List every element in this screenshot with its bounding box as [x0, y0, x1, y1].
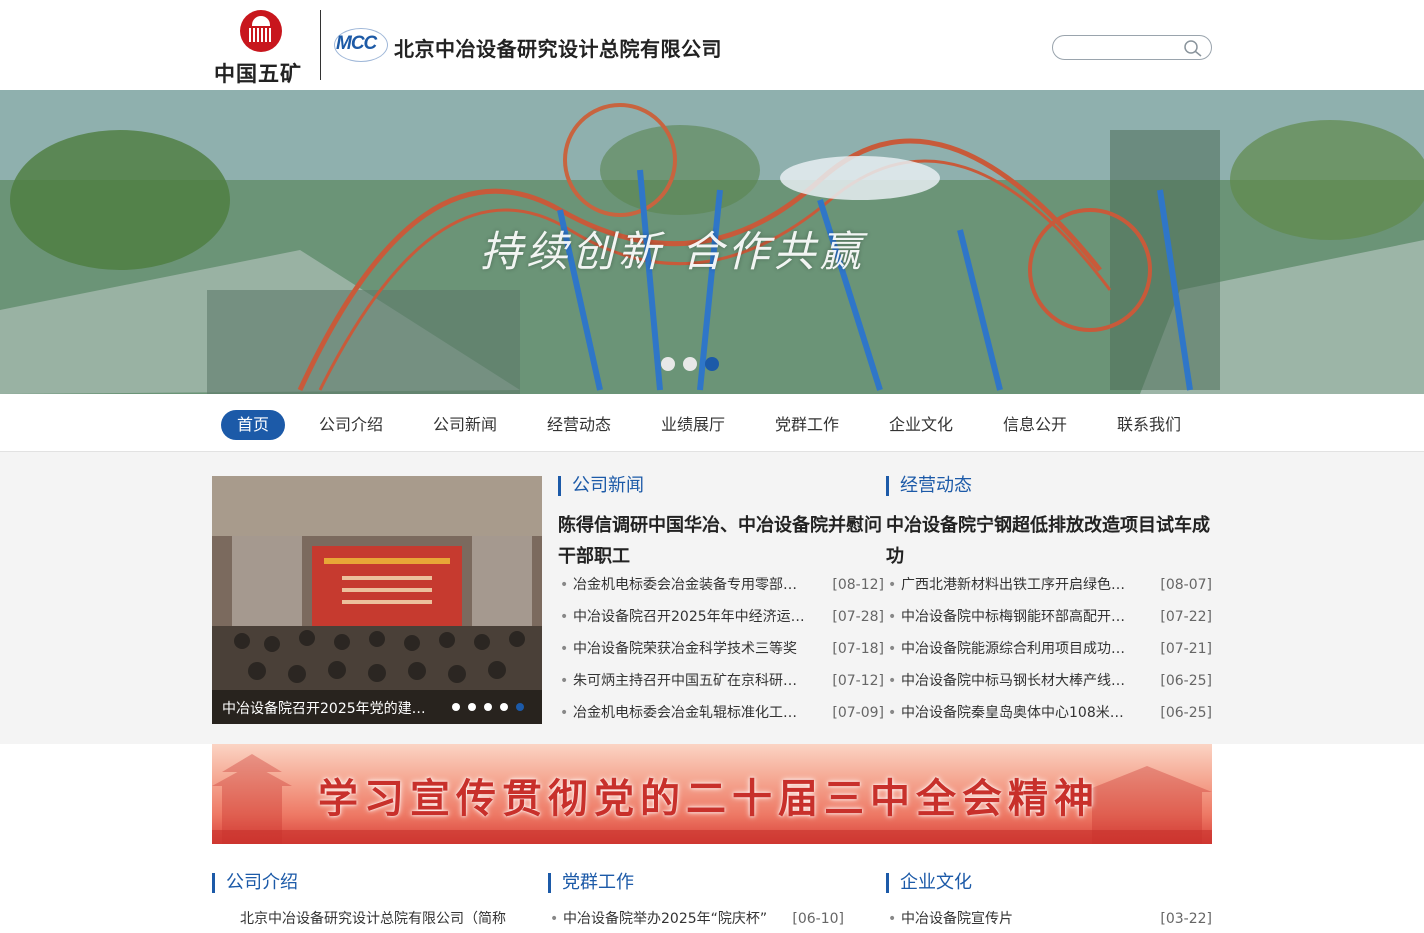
company-name: 北京中冶设备研究设计总院有限公司: [394, 37, 722, 61]
news-slider[interactable]: 中冶设备院召开2025年党的建设工作会议: [212, 476, 542, 724]
list-item[interactable]: • 中冶设备院荣获冶金科学技术三等奖 [07-18]: [558, 638, 884, 660]
slider-dot[interactable]: [452, 703, 460, 711]
company-news-headline[interactable]: 陈得信调研中国华冶、中冶设备院并慰问干部职工: [558, 510, 884, 572]
about-title[interactable]: 公司介绍: [212, 873, 298, 893]
list-item[interactable]: • 冶金机电标委会冶金装备专用零部件标准审查会召开 [08-12]: [558, 574, 884, 596]
nav-item-disclosure[interactable]: 信息公开: [995, 410, 1075, 440]
banner-dot[interactable]: [683, 357, 697, 371]
news-section: 中冶设备院召开2025年党的建设工作会议 公司新闻 陈得信调研中国华冶、中冶设备…: [0, 452, 1424, 744]
list-item[interactable]: • 中冶设备院秦皇岛奥体中心108米摩天轮项目 [06-25]: [886, 702, 1212, 724]
minmetals-logo[interactable]: 中国五矿: [212, 8, 312, 86]
slider-image: [212, 476, 542, 724]
culture-column: 企业文化: [886, 873, 972, 893]
theme-banner-text: 学习宣传贯彻党的二十届三中全会精神: [318, 776, 1100, 822]
list-item[interactable]: • 中冶设备院召开2025年年中经济运行分析会 [07-28]: [558, 606, 884, 628]
list-item[interactable]: • 中冶设备院中标马钢长材大棒产线改造项目 [06-25]: [886, 670, 1212, 692]
about-column: 公司介绍: [212, 873, 298, 893]
culture-title[interactable]: 企业文化: [886, 873, 972, 893]
mcc-logo[interactable]: MCC: [334, 28, 388, 62]
list-item[interactable]: • 中冶设备院能源综合利用项目成功投运 [07-21]: [886, 638, 1212, 660]
search-icon[interactable]: [1183, 39, 1203, 57]
search-input[interactable]: [1063, 39, 1178, 57]
business-news-title[interactable]: 经营动态: [886, 476, 972, 496]
list-item[interactable]: • 冶金机电标委会冶金轧辊标准化工作会议召开 [07-09]: [558, 702, 884, 724]
business-news-headline[interactable]: 中冶设备院宁钢超低排放改造项目试车成功: [886, 510, 1212, 572]
nav-item-business[interactable]: 经营动态: [539, 410, 619, 440]
theme-banner[interactable]: 学习宣传贯彻党的二十届三中全会精神: [212, 744, 1212, 844]
banner-dot[interactable]: [705, 357, 719, 371]
slider-dot[interactable]: [500, 703, 508, 711]
company-news-title[interactable]: 公司新闻: [558, 476, 644, 496]
minmetals-logo-text: 中国五矿: [214, 62, 302, 86]
list-item[interactable]: • 中冶设备院举办2025年“院庆杯” [06-10]: [548, 908, 844, 930]
party-column: 党群工作: [548, 873, 634, 893]
main-nav: 首页 公司介绍 公司新闻 经营动态 业绩展厅 党群工作 企业文化 信息公开 联系…: [0, 394, 1424, 452]
nav-item-company-news[interactable]: 公司新闻: [425, 410, 505, 440]
slider-dot[interactable]: [516, 703, 524, 711]
list-item[interactable]: • 中冶设备院中标梅钢能环部高配开关柜改造项目 [07-22]: [886, 606, 1212, 628]
party-title[interactable]: 党群工作: [548, 873, 634, 893]
minmetals-emblem-icon: [240, 10, 282, 52]
banner-slogan: 持续创新 合作共赢: [480, 227, 866, 276]
nav-item-home[interactable]: 首页: [221, 410, 285, 440]
nav-item-party[interactable]: 党群工作: [767, 410, 847, 440]
mcc-logo-text: MCC: [336, 33, 377, 54]
search-box: [1052, 35, 1212, 60]
logo-divider: [320, 10, 321, 80]
hero-banner: 持续创新 合作共赢: [0, 90, 1424, 394]
list-item[interactable]: • 中冶设备院宣传片 [03-22]: [886, 908, 1212, 930]
nav-item-achievements[interactable]: 业绩展厅: [653, 410, 733, 440]
slider-caption[interactable]: 中冶设备院召开2025年党的建设工作会议: [222, 698, 436, 718]
list-item[interactable]: • 朱可炳主持召开中国五矿在京科研院所工作座谈会 [07-12]: [558, 670, 884, 692]
list-item[interactable]: • 广西北港新材料出铁工序开启绿色低碳新篇章 [08-07]: [886, 574, 1212, 596]
nav-item-contact[interactable]: 联系我们: [1109, 410, 1189, 440]
slider-dot[interactable]: [468, 703, 476, 711]
slider-caption-bar: 中冶设备院召开2025年党的建设工作会议: [212, 690, 542, 724]
about-intro-text[interactable]: 北京中冶设备研究设计总院有限公司（简称: [240, 908, 510, 930]
nav-item-culture[interactable]: 企业文化: [881, 410, 961, 440]
slider-dot[interactable]: [484, 703, 492, 711]
business-news-column: 经营动态 中冶设备院宁钢超低排放改造项目试车成功 • 广西北港新材料出铁工序开启…: [886, 476, 1212, 726]
banner-dot[interactable]: [661, 357, 675, 371]
nav-item-about[interactable]: 公司介绍: [311, 410, 391, 440]
company-news-column: 公司新闻 陈得信调研中国华冶、中冶设备院并慰问干部职工 • 冶金机电标委会冶金装…: [558, 476, 884, 726]
site-header: 中国五矿 MCC 北京中冶设备研究设计总院有限公司: [0, 0, 1424, 90]
